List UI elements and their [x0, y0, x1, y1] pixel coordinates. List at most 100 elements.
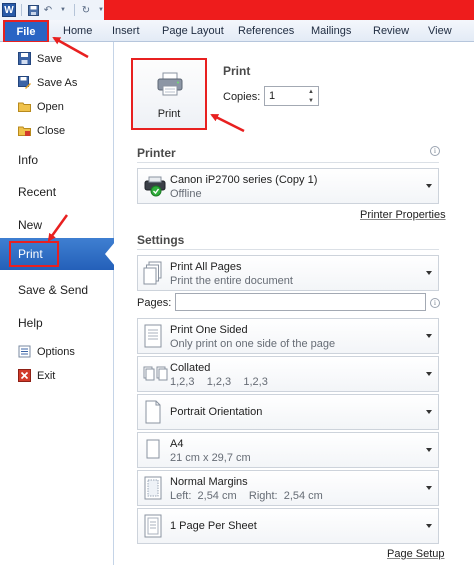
nav-print[interactable]: Print — [0, 238, 115, 270]
one-sided-icon — [144, 324, 162, 348]
chevron-down-icon[interactable]: ▼ — [57, 4, 69, 16]
chevron-down-icon — [426, 271, 432, 275]
sides-title: Print One Sided — [170, 324, 248, 336]
nav-open-label: Open — [37, 100, 64, 113]
print-heading: Print — [223, 64, 251, 78]
chevron-down-icon — [426, 486, 432, 490]
tab-mailings[interactable]: Mailings — [311, 25, 351, 37]
title-bar: W ↶ ▼ ↻ ▼ — [0, 0, 474, 20]
open-folder-icon — [18, 100, 31, 113]
collation-subtitle: 1,2,3 1,2,3 1,2,3 — [170, 376, 268, 388]
pages-per-sheet-icon — [144, 514, 162, 538]
redo-icon[interactable]: ↻ — [80, 4, 92, 16]
chevron-down-icon — [426, 372, 432, 376]
pages-per-sheet-dropdown[interactable]: 1 Page Per Sheet — [137, 508, 439, 544]
margins-subtitle: Left: 2,54 cm Right: 2,54 cm — [170, 490, 323, 502]
tab-file[interactable]: File — [3, 20, 49, 43]
printer-status: Offline — [170, 188, 202, 200]
print-range-subtitle: Print the entire document — [170, 275, 293, 287]
chevron-down-icon — [426, 524, 432, 528]
margins-dropdown[interactable]: Normal Margins Left: 2,54 cm Right: 2,54… — [137, 470, 439, 506]
ribbon-tabs: File Home Insert Page Layout References … — [0, 20, 474, 43]
chevron-down-icon — [426, 184, 432, 188]
nav-close[interactable]: Close — [18, 124, 65, 137]
nav-print-label: Print — [18, 247, 43, 261]
paper-size-icon — [146, 439, 160, 459]
orientation-dropdown[interactable]: Portrait Orientation — [137, 394, 439, 430]
chevron-down-icon — [426, 448, 432, 452]
margins-title: Normal Margins — [170, 476, 248, 488]
nav-open[interactable]: Open — [18, 100, 64, 113]
copies-spinner[interactable]: ▲ ▼ — [305, 87, 317, 105]
options-icon — [18, 345, 31, 358]
nav-close-label: Close — [37, 124, 66, 137]
close-folder-icon — [18, 124, 31, 137]
nav-options[interactable]: Options — [18, 345, 75, 358]
orientation-title: Portrait Orientation — [170, 406, 263, 418]
quick-access-toolbar: W ↶ ▼ ↻ ▼ — [2, 2, 107, 18]
paper-size-title: A4 — [170, 438, 184, 450]
page-setup-link[interactable]: Page Setup — [387, 548, 445, 560]
printer-divider — [137, 162, 439, 163]
print-panel: Print Print Copies: 1 ▲ ▼ Printer i Cano… — [115, 42, 474, 565]
sides-dropdown[interactable]: Print One Sided Only print on one side o… — [137, 318, 439, 354]
pages-input[interactable] — [175, 293, 426, 311]
title-highlight-bar — [104, 0, 474, 20]
collated-icon — [143, 366, 168, 381]
pages-label: Pages: — [137, 297, 172, 309]
sides-subtitle: Only print on one side of the page — [170, 338, 336, 350]
nav-exit-label: Exit — [37, 369, 56, 382]
nav-save[interactable]: Save — [18, 52, 62, 65]
info-icon[interactable]: i — [430, 146, 440, 156]
chevron-down-icon — [426, 410, 432, 414]
nav-exit[interactable]: Exit — [18, 369, 55, 382]
print-range-title: Print All Pages — [170, 261, 242, 273]
printer-section-title: Printer — [137, 146, 176, 160]
nav-save-as[interactable]: Save As — [18, 76, 77, 89]
backstage-nav: Save Save As Open Close Info Recent New … — [0, 42, 115, 565]
paper-size-subtitle: 21 cm x 29,7 cm — [170, 452, 251, 464]
copies-label: Copies: — [223, 91, 261, 103]
save-as-icon — [18, 76, 31, 89]
tab-review[interactable]: Review — [373, 25, 409, 37]
printer-properties-link[interactable]: Printer Properties — [360, 209, 446, 221]
tab-home[interactable]: Home — [63, 25, 92, 37]
printer-dropdown[interactable]: Canon iP2700 series (Copy 1) Offline — [137, 168, 439, 204]
collation-dropdown[interactable]: Collated 1,2,3 1,2,3 1,2,3 — [137, 356, 439, 392]
qat-separator — [74, 4, 75, 16]
qat-separator — [21, 4, 22, 16]
all-pages-icon — [143, 261, 162, 285]
printer-name: Canon iP2700 series (Copy 1) — [170, 174, 318, 186]
exit-icon — [18, 369, 31, 382]
nav-save-send[interactable]: Save & Send — [18, 283, 88, 297]
chevron-down-icon — [426, 334, 432, 338]
collation-title: Collated — [170, 362, 211, 374]
nav-recent[interactable]: Recent — [18, 185, 56, 199]
print-range-dropdown[interactable]: Print All Pages Print the entire documen… — [137, 255, 439, 291]
nav-save-as-label: Save As — [37, 76, 78, 89]
tab-view[interactable]: View — [428, 25, 452, 37]
nav-options-label: Options — [37, 345, 75, 358]
spin-up-icon[interactable]: ▲ — [308, 89, 314, 95]
nav-info[interactable]: Info — [18, 153, 38, 167]
nav-save-label: Save — [37, 52, 63, 65]
portrait-icon — [145, 400, 161, 424]
tab-insert[interactable]: Insert — [112, 25, 140, 37]
nav-help[interactable]: Help — [18, 316, 43, 330]
info-icon[interactable]: i — [430, 298, 440, 308]
undo-icon[interactable]: ↶ — [42, 4, 54, 16]
print-button-label: Print — [157, 108, 181, 120]
tab-references[interactable]: References — [238, 25, 294, 37]
settings-divider — [137, 249, 439, 250]
nav-new[interactable]: New — [18, 218, 42, 232]
save-icon[interactable] — [27, 4, 39, 16]
printer-icon — [157, 72, 183, 96]
word-app-icon[interactable]: W — [2, 3, 16, 17]
spin-down-icon[interactable]: ▼ — [308, 98, 314, 104]
printer-device-icon — [144, 176, 166, 197]
margins-icon — [144, 476, 162, 500]
settings-section-title: Settings — [137, 233, 185, 247]
tab-page-layout[interactable]: Page Layout — [162, 25, 224, 37]
print-button[interactable]: Print — [131, 58, 207, 130]
paper-size-dropdown[interactable]: A4 21 cm x 29,7 cm — [137, 432, 439, 468]
